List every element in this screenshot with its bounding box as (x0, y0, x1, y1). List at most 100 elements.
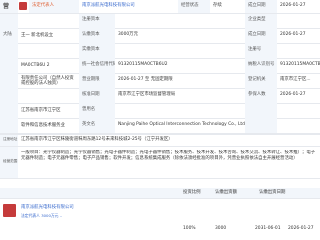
shareholder-sub[interactable]: 法定代表人 3000万元 .. (21, 214, 62, 218)
col3-value-cell: 南京市江宁区... (277, 73, 320, 88)
col1-cell-text: 有限责任公司（自然人投资或控股的法人独资） (21, 75, 74, 86)
col1-cell (18, 88, 78, 103)
header-status-label: 经营状态 (181, 3, 199, 9)
col3-value-cell (277, 118, 320, 133)
side-cell: 大陆 (0, 28, 18, 43)
col1-cell (18, 43, 78, 58)
scope-label-cell: 经营范围 (0, 146, 18, 178)
col3-value-cell: 91320115MA0CTB6U2 (277, 58, 320, 73)
left-label-cell: 营 (0, 0, 18, 13)
divider (0, 198, 320, 199)
col3-value-cell (277, 103, 320, 118)
side-cell (0, 88, 18, 103)
col2-label-cell: 曾用名 (79, 103, 115, 118)
table-row[interactable]: 南京派航光电科技有限公司 法定代表人 3000万元 .. 100% 3000 2… (0, 200, 320, 240)
col2-label-cell: 核准日期 (79, 88, 115, 103)
scope-value: 一般项目：光学仪器制造；光学仪器销售；光电子器件制造；光电子器件销售；技术服务、… (21, 150, 316, 161)
left-char: 营 (3, 2, 10, 10)
col3-label-cell-text: 登记机关 (248, 77, 266, 83)
col2-value-cell (115, 103, 245, 118)
header-company-cell[interactable]: 南京派航光电科技有限公司 (79, 0, 179, 13)
col2-label-cell-text: 营业期限 (82, 77, 100, 83)
col2-label-cell-text: 核准日期 (82, 92, 100, 98)
col2-label-cell-text: 实缴资本 (82, 47, 100, 53)
col2-label-cell: 统一社会信用代码 (79, 58, 115, 73)
header-label-cell: 法定代表人 (29, 0, 79, 13)
col2-label-cell: 注册资本 (79, 13, 115, 28)
col2-value-cell (115, 13, 245, 28)
shareholder-logo (3, 204, 16, 217)
side-cell (0, 103, 18, 118)
col2-value-cell: 91320115MA0CTB6U2 (115, 58, 245, 73)
col3-value-cell: 2026-01-27 (277, 88, 320, 103)
divider (0, 134, 320, 135)
side-cell (0, 73, 18, 88)
header-tag: 法定代表人 (32, 3, 54, 9)
col3-label-cell: 成立日期 (245, 28, 277, 43)
col3-label-cell: 纳税人识别号 (245, 58, 277, 73)
col3-value-cell-text: 2026-01-27 (280, 92, 306, 98)
th-ratio: 投资比例 (183, 189, 201, 195)
address-label-cell: 注册地址 (0, 134, 18, 146)
col2-label-cell-text: 曾用名 (82, 107, 96, 113)
th-date: 认缴出资日期 (259, 189, 286, 195)
divider (0, 13, 320, 14)
side-cell (0, 118, 18, 133)
col1-cell: MA0CTB6U 2 (18, 58, 78, 73)
col2-label-cell-text: 注册资本 (82, 17, 100, 23)
col2-value-cell (115, 43, 245, 58)
col3-label-cell-text: 成立日期 (248, 32, 266, 38)
col2-value-cell-text: 3000万元 (118, 32, 138, 38)
col1-cell-text: 软件和信息技术服务业 (21, 123, 65, 128)
shareholder-ratio: 100% (183, 226, 196, 231)
col3-value-cell (277, 13, 320, 28)
side-cell-text: 大陆 (3, 32, 12, 38)
col3-value-cell-text: 2026-01-27 (280, 32, 306, 38)
shareholder-date2: 2026-01-27 (288, 226, 314, 231)
address-value-cell: 江苏省南京市江宁区秣陵街道秣周东路12号未来科技城2-25号（江宁开发区） (18, 134, 320, 146)
col1-cell-text: 江苏省南京市江宁区 (21, 108, 61, 113)
scope-label: 经营范围 (3, 159, 18, 164)
shareholder-amount: 3000 (215, 226, 227, 231)
side-cell (0, 58, 18, 73)
col2-value-cell-text: Nanjing Paihe Optical Interconnection Te… (118, 122, 245, 128)
shareholder-name[interactable]: 南京派航光电科技有限公司 (21, 205, 74, 210)
divider (0, 146, 320, 147)
header-company-name[interactable]: 南京派航光电科技有限公司 (82, 3, 135, 8)
col2-value-cell: Nanjing Paihe Optical Interconnection Te… (115, 118, 245, 133)
col2-value-cell: 3000万元 (115, 28, 245, 43)
header-date-label: 成立日期 (248, 3, 266, 9)
company-logo (19, 2, 27, 10)
header-col3-label-cell: 经营状态 (178, 0, 210, 13)
col1-cell-text: 王一 新北机设立 (21, 33, 54, 38)
col2-value-cell-text: 91320115MA0CTB6U2 (118, 62, 168, 68)
header-status-value: 存续 (213, 3, 222, 9)
col3-label-cell (245, 103, 277, 118)
col3-label-cell (245, 118, 277, 133)
header-col4-label-cell: 成立日期 (245, 0, 277, 13)
col2-label-cell: 实缴资本 (79, 43, 115, 58)
scope-value-cell: 一般项目：光学仪器制造；光学仪器销售；光电子器件制造；光电子器件销售；技术服务、… (21, 150, 317, 176)
col1-cell: 江苏省南京市江宁区 (18, 103, 78, 118)
header-date-value: 2026-01-27 (280, 3, 306, 9)
col2-value-cell: 2026-01-27 至 无固定期限 (115, 73, 245, 88)
col1-cell-text: MA0CTB6U 2 (21, 63, 50, 68)
col3-value-cell (277, 43, 320, 58)
col3-label-cell: 注册号 (245, 43, 277, 58)
col2-label-cell-text: 英文名 (82, 122, 96, 128)
col3-label-cell-text: 纳税人识别号 (248, 62, 275, 68)
side-cell (0, 13, 18, 28)
header-col3-value-cell: 存续 (210, 0, 245, 13)
col2-label-cell-text: 认缴资本 (82, 32, 100, 38)
col1-cell: 王一 新北机设立 (18, 28, 78, 43)
col2-label-cell: 认缴资本 (79, 28, 115, 43)
col3-value-cell-text: 南京市江宁区... (280, 77, 311, 83)
col1-cell: 有限责任公司（自然人投资或控股的法人独资） (18, 73, 78, 88)
col2-value-cell: 南京市江宁区市场监督管理局 (115, 88, 245, 103)
address-value: 江苏省南京市江宁区秣陵街道秣周东路12号未来科技城2-25号（江宁开发区） (21, 136, 173, 142)
col1-cell (18, 13, 78, 28)
col3-label-cell: 参保人数 (245, 88, 277, 103)
address-label: 注册地址 (3, 137, 18, 142)
side-cell (0, 43, 18, 58)
col2-value-cell-text: 南京市江宁区市场监督管理局 (118, 92, 176, 98)
